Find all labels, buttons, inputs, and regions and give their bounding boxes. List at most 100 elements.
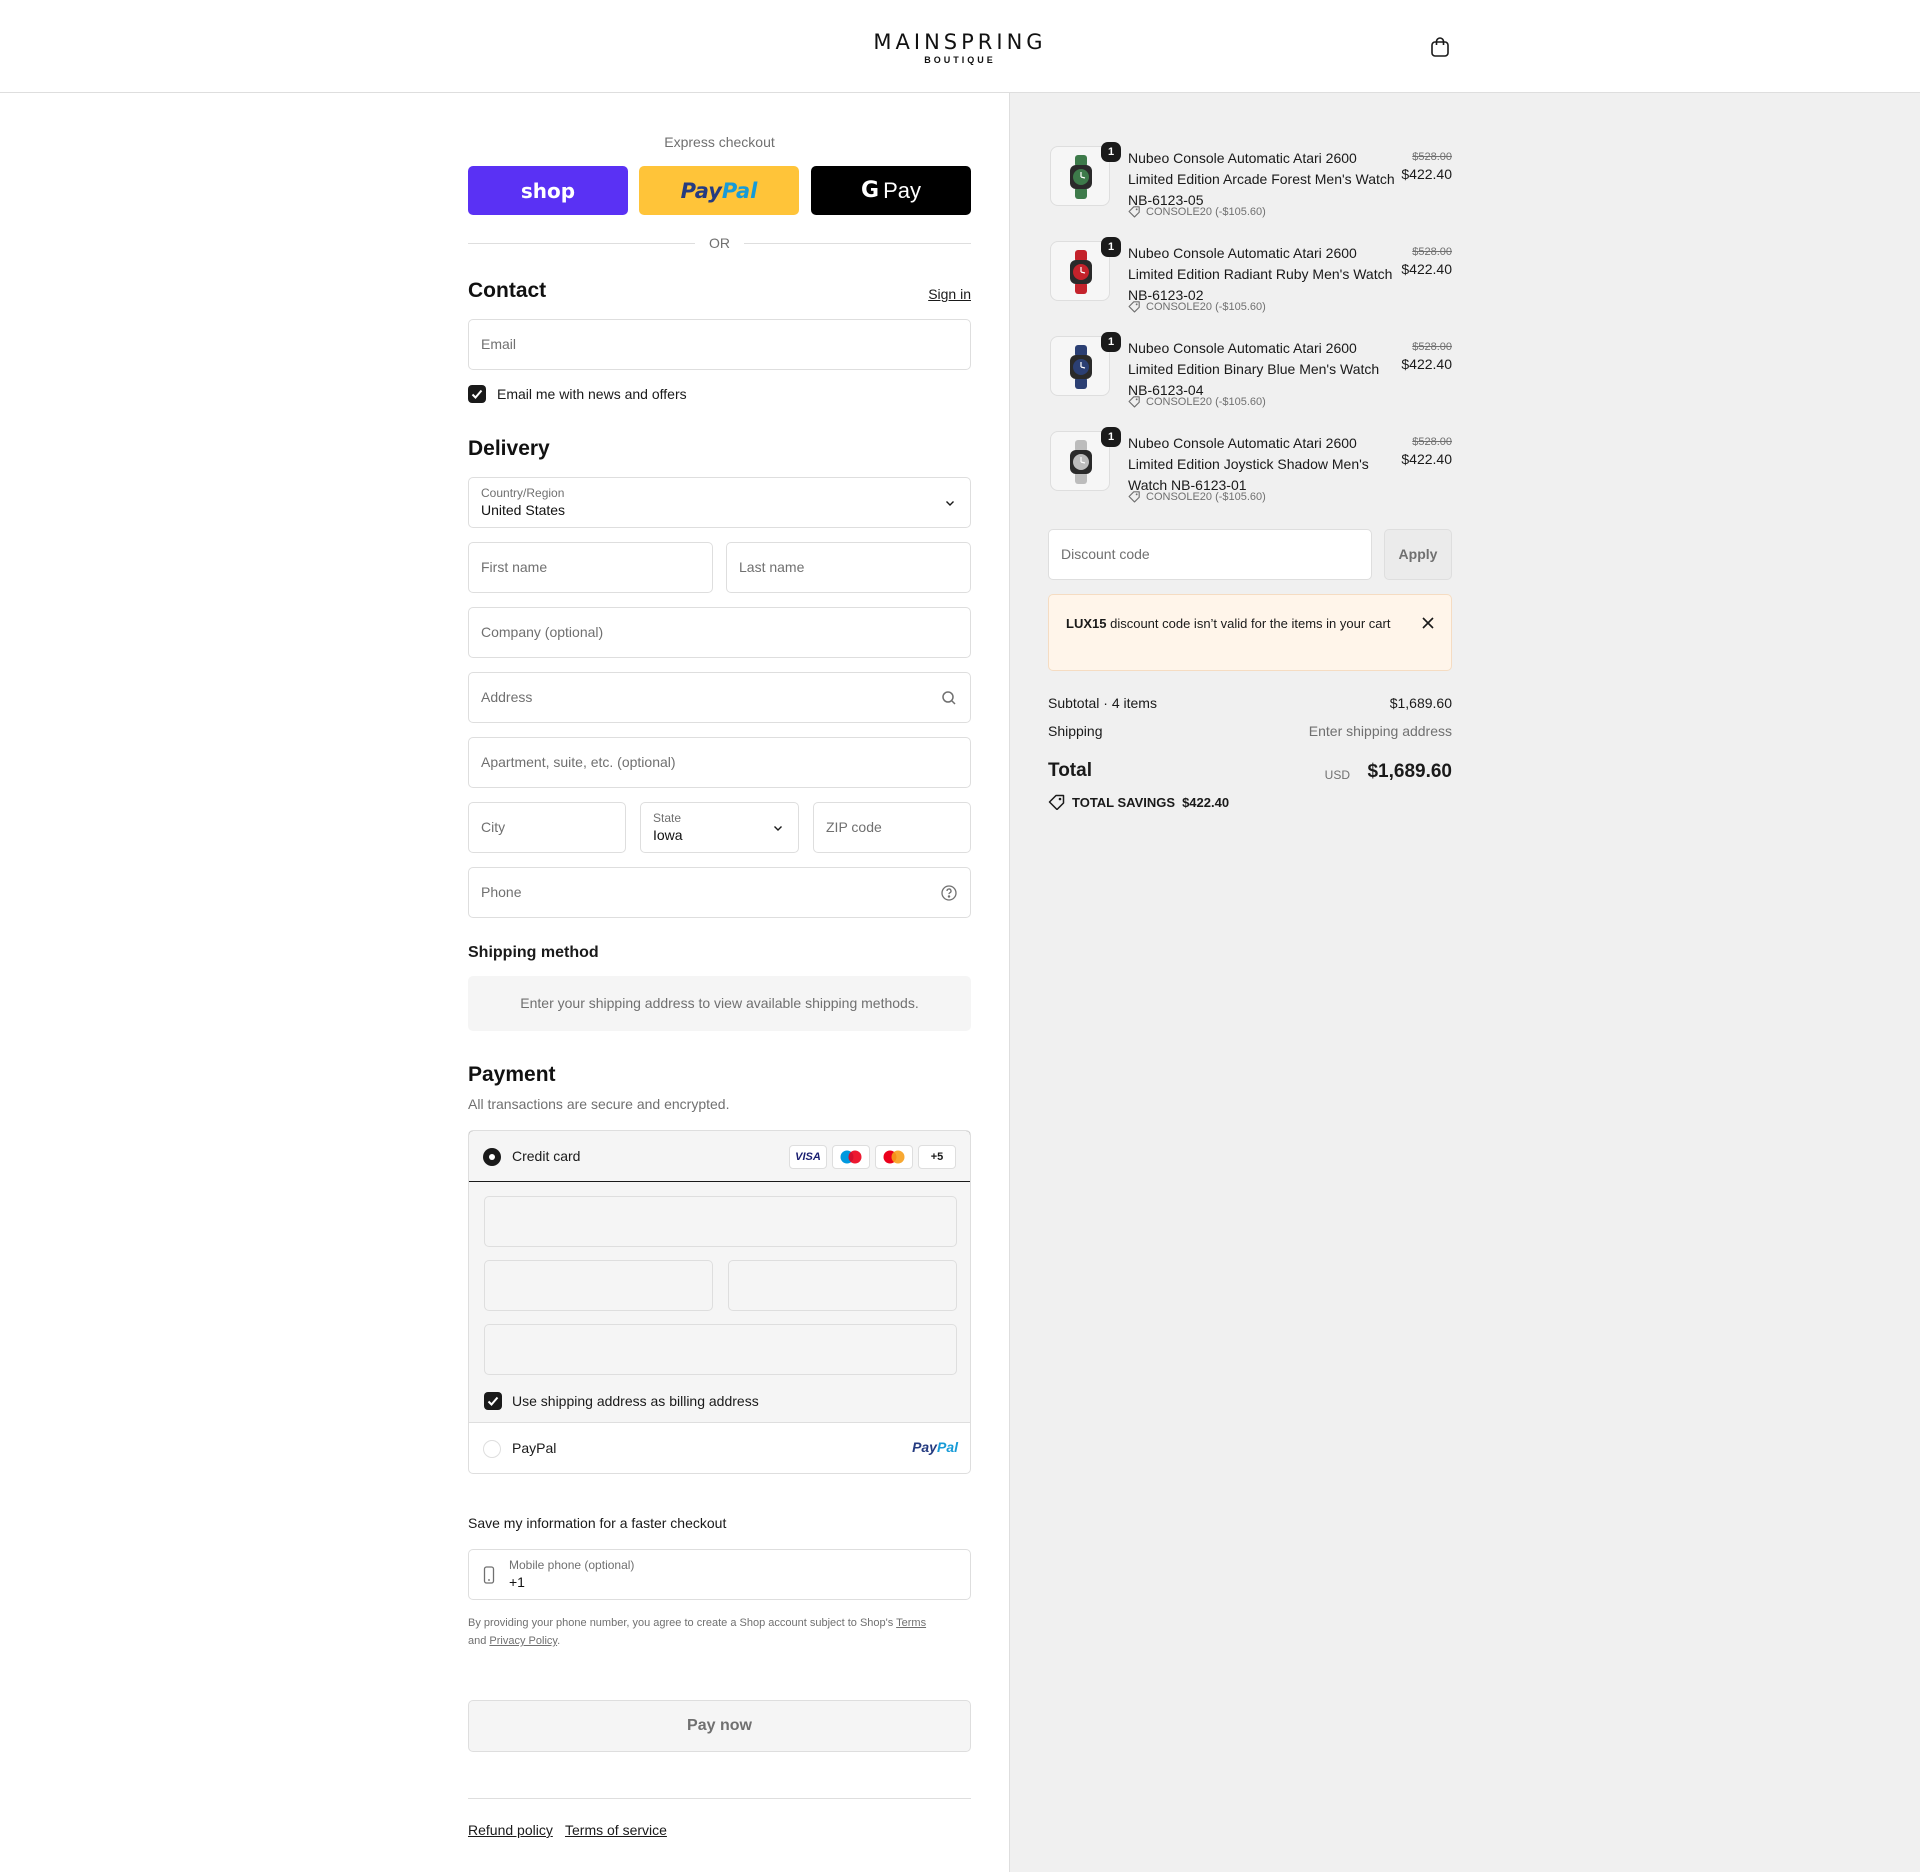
- apply-discount-button[interactable]: Apply: [1384, 529, 1452, 580]
- credit-card-label: Credit card: [512, 1148, 581, 1164]
- header: MAINSPRING BOUTIQUE: [0, 0, 1920, 93]
- original-price: $528.00: [1412, 151, 1452, 163]
- more-cards-badge: +5: [918, 1145, 956, 1169]
- address-field[interactable]: Address: [468, 672, 971, 723]
- city-field[interactable]: City: [468, 802, 626, 853]
- discount-error-text: LUX15 discount code isn’t valid for the …: [1066, 613, 1396, 634]
- subtotal-row: Subtotal · 4 items $1,689.60: [1048, 695, 1452, 711]
- quantity-badge: 1: [1101, 142, 1121, 162]
- help-icon[interactable]: [940, 884, 958, 902]
- apartment-field[interactable]: Apartment, suite, etc. (optional): [468, 737, 971, 788]
- discount-error-message: discount code isn’t valid for the items …: [1110, 616, 1391, 631]
- chevron-down-icon: [946, 501, 954, 506]
- original-price: $528.00: [1412, 246, 1452, 258]
- product-discount: CONSOLE20 (-$105.60): [1128, 395, 1266, 408]
- close-icon[interactable]: [1421, 616, 1435, 630]
- phone-field[interactable]: Phone: [468, 867, 971, 918]
- quantity-badge: 1: [1101, 427, 1121, 447]
- credit-card-option[interactable]: Credit card VISA +5: [469, 1131, 970, 1182]
- invalid-code: LUX15: [1066, 616, 1107, 631]
- google-pay-button[interactable]: G Pay: [811, 166, 971, 215]
- terms-link[interactable]: Terms: [896, 1617, 926, 1629]
- state-value: Iowa: [653, 827, 683, 843]
- tag-icon: [1048, 794, 1065, 810]
- paypal-express-button[interactable]: Pay Pal: [639, 166, 799, 215]
- country-value: United States: [481, 502, 566, 518]
- apartment-placeholder: Apartment, suite, etc. (optional): [481, 754, 676, 770]
- tag-icon: [1128, 396, 1140, 408]
- discount-code-label: CONSOLE20 (-$105.60): [1146, 490, 1266, 503]
- shipping-label: Shipping: [1048, 723, 1103, 739]
- shipping-method-title: Shipping method: [468, 944, 599, 961]
- first-name-field[interactable]: First name: [468, 542, 713, 593]
- name-on-card-field[interactable]: [484, 1324, 957, 1375]
- country-select[interactable]: Country/Region United States: [468, 477, 971, 528]
- savings-value: $422.40: [1182, 794, 1230, 810]
- paypal-option[interactable]: PayPal PayPal: [469, 1423, 970, 1473]
- company-placeholder: Company (optional): [481, 624, 604, 640]
- sale-price: $422.40: [1401, 166, 1452, 182]
- zip-placeholder: ZIP code: [826, 819, 882, 835]
- mobile-phone-field[interactable]: Mobile phone (optional) +1: [468, 1549, 971, 1600]
- email-field[interactable]: Email: [468, 319, 971, 370]
- phone-placeholder: Phone: [481, 884, 522, 900]
- company-field[interactable]: Company (optional): [468, 607, 971, 658]
- state-select[interactable]: State Iowa: [640, 802, 799, 853]
- legal-text: By providing your phone number, you agre…: [468, 1614, 971, 1650]
- store-logo[interactable]: MAINSPRING BOUTIQUE: [869, 30, 1051, 66]
- country-label: Country/Region: [481, 486, 565, 500]
- cart-item: 1 Nubeo Console Automatic Atari 2600 Limi…: [1048, 331, 1452, 416]
- credit-card-radio[interactable]: [483, 1148, 501, 1166]
- product-thumbnail: 1: [1050, 142, 1121, 206]
- subtotal-value: $1,689.60: [1389, 695, 1452, 711]
- first-name-placeholder: First name: [481, 559, 548, 575]
- paypal-logo-part1: Pay: [912, 1439, 937, 1455]
- privacy-policy-link[interactable]: Privacy Policy: [489, 1635, 557, 1647]
- discount-code-field[interactable]: Discount code: [1048, 529, 1372, 580]
- mastercard-icon: [875, 1145, 913, 1169]
- last-name-field[interactable]: Last name: [726, 542, 971, 593]
- savings-label: TOTAL SAVINGS: [1072, 794, 1176, 810]
- total-savings: TOTAL SAVINGS $422.40: [1048, 794, 1229, 810]
- billing-checkbox-label: Use shipping address as billing address: [512, 1393, 759, 1409]
- product-name: Nubeo Console Automatic Atari 2600 Limit…: [1128, 245, 1393, 303]
- state-label: State: [653, 811, 682, 825]
- express-checkout-title: Express checkout: [664, 134, 775, 150]
- expiration-field[interactable]: [484, 1260, 713, 1311]
- billing-checkbox[interactable]: [484, 1392, 502, 1410]
- delivery-title: Delivery: [468, 437, 550, 460]
- sale-price: $422.40: [1401, 451, 1452, 467]
- refund-policy-link[interactable]: Refund policy: [468, 1822, 553, 1838]
- or-divider: OR: [468, 234, 971, 254]
- paypal-radio[interactable]: [483, 1440, 501, 1458]
- discount-error-alert: LUX15 discount code isn’t valid for the …: [1048, 594, 1452, 671]
- product-thumbnail: 1: [1050, 237, 1121, 301]
- pay-now-button[interactable]: Pay now: [468, 1700, 971, 1752]
- shopping-bag-icon[interactable]: [1429, 36, 1451, 58]
- google-pay-label: Pay: [883, 177, 921, 203]
- mobile-phone-label: Mobile phone (optional): [509, 1558, 635, 1572]
- sale-price: $422.40: [1401, 356, 1452, 372]
- news-checkbox[interactable]: [468, 385, 486, 403]
- product-thumbnail: 1: [1050, 427, 1121, 491]
- mobile-phone-value: +1: [509, 1574, 525, 1590]
- total-label: Total: [1048, 760, 1092, 781]
- shop-pay-button[interactable]: shop: [468, 166, 628, 215]
- checkmark-icon: [471, 389, 483, 399]
- product-discount: CONSOLE20 (-$105.60): [1128, 300, 1266, 313]
- address-placeholder: Address: [481, 689, 533, 705]
- security-code-field[interactable]: [728, 1260, 957, 1311]
- terms-of-service-link[interactable]: Terms of service: [565, 1822, 667, 1838]
- product-name: Nubeo Console Automatic Atari 2600 Limit…: [1128, 435, 1369, 493]
- quantity-badge: 1: [1101, 237, 1121, 257]
- discount-code-label: CONSOLE20 (-$105.60): [1146, 205, 1266, 218]
- zip-field[interactable]: ZIP code: [813, 802, 971, 853]
- paypal-logo-part2: Pal: [936, 1439, 958, 1455]
- shipping-row: Shipping Enter shipping address: [1048, 723, 1452, 739]
- sign-in-link[interactable]: Sign in: [928, 286, 971, 302]
- tag-icon: [1128, 301, 1140, 313]
- card-number-field[interactable]: [484, 1196, 957, 1247]
- discount-code-label: CONSOLE20 (-$105.60): [1146, 300, 1266, 313]
- contact-title: Contact: [468, 279, 547, 302]
- payment-title: Payment: [468, 1063, 556, 1086]
